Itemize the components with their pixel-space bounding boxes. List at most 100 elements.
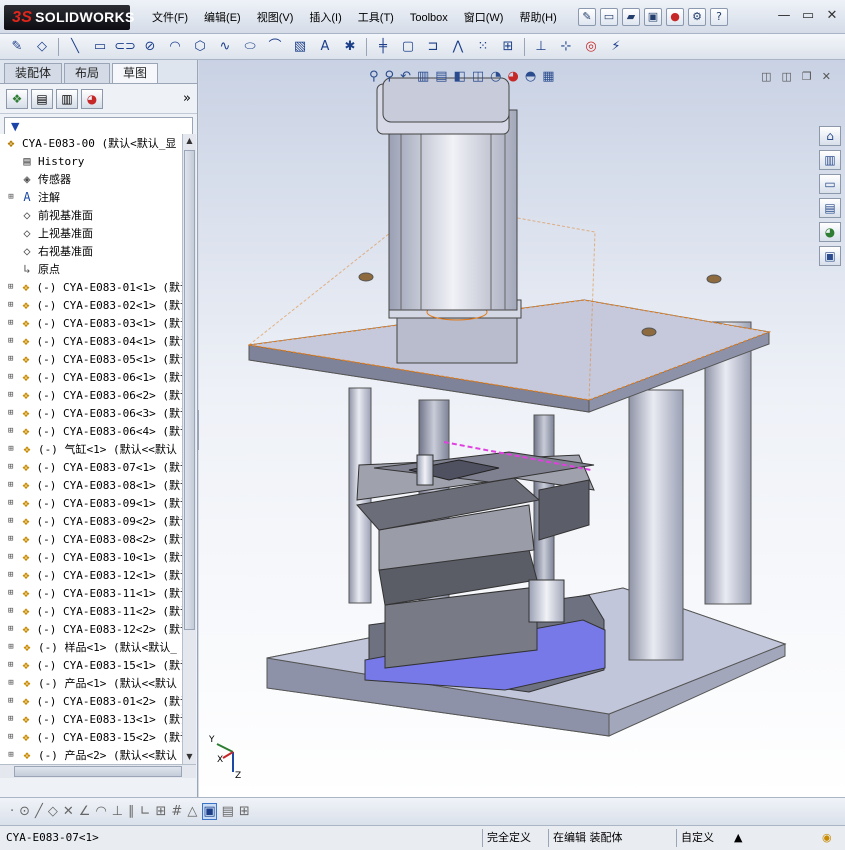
scroll-thumb[interactable]	[184, 150, 195, 630]
units-dropdown-icon[interactable]: ▲	[730, 829, 746, 847]
circle-icon[interactable]: ⊘	[139, 37, 161, 57]
zoom-to-fit-icon[interactable]: ⚲	[369, 69, 379, 84]
expand-plus-icon[interactable]: ⊞	[6, 444, 16, 454]
tree-item[interactable]: ⊞ ❖ (-) CYA-E083-09<2> (默认	[0, 512, 182, 530]
tree-item[interactable]: ⊞ ❖ (-) CYA-E083-15<2> (默认	[0, 728, 182, 746]
tangent-snap-icon[interactable]: ◠	[95, 804, 106, 819]
tree-root-assembly[interactable]: ❖ CYA-E083-00 (默认<默认_显	[0, 134, 182, 152]
expand-plus-icon[interactable]: ⊞	[6, 336, 15, 346]
sketch-icon[interactable]: ✎	[6, 37, 28, 57]
feature-tree-icon[interactable]: ❖	[6, 89, 28, 109]
home-icon[interactable]: ⌂	[819, 126, 841, 146]
spline-icon[interactable]: ∿	[214, 37, 236, 57]
expand-arrows-icon[interactable]: »	[183, 89, 191, 108]
tree-item[interactable]: ⊞ ❖ (-) CYA-E083-02<1> (默认	[0, 296, 182, 314]
view-palette-icon[interactable]: ▤	[819, 198, 841, 218]
assembly-model[interactable]	[199, 60, 845, 797]
tree-item[interactable]: ⊞ ❖ (-) CYA-E083-07<1> (默认	[0, 458, 182, 476]
plane-tool-icon[interactable]: ▧	[289, 37, 311, 57]
convert-entities-icon[interactable]: ▢	[397, 37, 419, 57]
view-settings-icon[interactable]: ▦	[542, 69, 554, 84]
expand-plus-icon[interactable]: ⊞	[6, 300, 15, 310]
menu-edit[interactable]: 编辑(E)	[196, 9, 249, 27]
grid-snap-icon[interactable]: ⊞	[156, 804, 167, 819]
pin-icon[interactable]: ✎	[578, 8, 596, 26]
view-orientation-icon[interactable]: ◧	[454, 69, 466, 84]
die-set[interactable]	[356, 451, 606, 693]
tree-item[interactable]: ⊞ ❖ (-) CYA-E083-11<1> (默认	[0, 584, 182, 602]
expand-plus-icon[interactable]: ⊞	[6, 426, 15, 436]
expand-plus-icon[interactable]: ⊞	[6, 534, 15, 544]
configuration-manager-icon[interactable]: ▥	[56, 89, 78, 109]
split-view-icon[interactable]: ◫	[761, 70, 771, 83]
solidworks-logo[interactable]: 3S SOLIDWORKS	[4, 5, 134, 30]
zoom-area-icon[interactable]: ⚲	[385, 69, 395, 84]
restore-view-icon[interactable]: ❐	[802, 70, 812, 83]
tab-sketch[interactable]: 草图	[112, 63, 159, 83]
tree-item[interactable]: ⊞ ❖ (-) CYA-E083-12<2> (默认	[0, 620, 182, 638]
trim-icon[interactable]: ╪	[372, 37, 394, 57]
linear-pattern-icon[interactable]: ⁙	[472, 37, 494, 57]
tree-item[interactable]: ⊞ ❖ (-) CYA-E083-11<2> (默认	[0, 602, 182, 620]
hide-show-icon[interactable]: ◔	[490, 69, 501, 84]
restore-icon[interactable]: ▭	[801, 8, 815, 23]
point-snap-icon[interactable]: ·	[10, 804, 14, 819]
h-scroll-thumb[interactable]	[14, 766, 182, 777]
tree-item[interactable]: ⊞ ❖ (-) CYA-E083-08<1> (默认	[0, 476, 182, 494]
apply-scene-icon[interactable]: ◓	[525, 69, 536, 84]
mirror-icon[interactable]: ⋀	[447, 37, 469, 57]
expand-plus-icon[interactable]: ⊞	[6, 552, 15, 562]
table-icon[interactable]: ⊞	[239, 804, 250, 819]
tree-item[interactable]: ⊞ ❖ (-) CYA-E083-09<1> (默认	[0, 494, 182, 512]
scroll-up-icon[interactable]: ▲	[183, 134, 196, 148]
tree-item[interactable]: ◈ 传感器	[0, 170, 182, 188]
expand-plus-icon[interactable]: ⊞	[6, 624, 15, 634]
expand-plus-icon[interactable]: ⊞	[6, 696, 15, 706]
expand-plus-icon[interactable]: ⊞	[6, 408, 15, 418]
expand-plus-icon[interactable]: ⊞	[6, 714, 15, 724]
custom-properties-icon[interactable]: ▣	[819, 246, 841, 266]
rebuild-traffic-light-icon[interactable]: ●	[666, 8, 684, 26]
expand-plus-icon[interactable]: ⊞	[6, 354, 15, 364]
tab-layout[interactable]: 布局	[64, 63, 111, 83]
expand-plus-icon[interactable]: ⊞	[6, 588, 15, 598]
guide-column[interactable]	[628, 389, 684, 661]
slot-icon[interactable]: ⊂⊃	[114, 37, 136, 57]
nearest-snap-icon[interactable]: ∠	[79, 804, 91, 819]
expand-plus-icon[interactable]: ⊞	[6, 750, 16, 760]
expand-plus-icon[interactable]: ⊞	[6, 318, 15, 328]
graphics-area[interactable]: ⚲ ⚲ ↶ ▥ ▤ ◧ ◫ ◔ ◕ ◓ ▦ ◫ ◫ ❐ ✕ ⌂ ▥ ▭ ▤ ◕ …	[199, 60, 845, 797]
expand-plus-icon[interactable]: ⊞	[6, 282, 15, 292]
ellipse-icon[interactable]: ⬭	[239, 37, 261, 57]
expand-plus-icon[interactable]: ⊞	[6, 678, 16, 688]
offset-icon[interactable]: ⊐	[422, 37, 444, 57]
expand-plus-icon[interactable]: ⊞	[6, 498, 15, 508]
save-icon[interactable]: ▣	[644, 8, 662, 26]
grid-icon[interactable]: #	[171, 804, 182, 819]
line-snap-icon[interactable]: ╱	[35, 804, 43, 819]
minimize-icon[interactable]: —	[777, 8, 791, 23]
options-gear-icon[interactable]: ⚙	[688, 8, 706, 26]
file-explorer-icon[interactable]: ▭	[819, 174, 841, 194]
tree-item[interactable]: ⊞ ❖ (-) 气缸<1> (默认<<默认	[0, 440, 182, 458]
expand-plus-icon[interactable]: ⊞	[6, 390, 15, 400]
fillet-icon[interactable]: ⌒	[264, 37, 286, 57]
menu-insert[interactable]: 插入(I)	[301, 9, 349, 27]
display-style-icon[interactable]: ◫	[472, 69, 484, 84]
angle-snap-icon[interactable]: ∟	[140, 804, 151, 819]
section-view-icon[interactable]: ▥	[417, 69, 429, 84]
expand-plus-icon[interactable]: ⊞	[6, 372, 15, 382]
tree-item[interactable]: ⊞ ❖ (-) CYA-E083-03<1> (默认	[0, 314, 182, 332]
tree-item[interactable]: ⊞ ❖ (-) CYA-E083-06<1> (默认	[0, 368, 182, 386]
menu-window[interactable]: 窗口(W)	[456, 9, 512, 27]
open-folder-icon[interactable]: ▰	[622, 8, 640, 26]
air-cylinder[interactable]	[376, 77, 522, 364]
instant2d-icon[interactable]: ⚡	[605, 37, 627, 57]
expand-plus-icon[interactable]: ⊞	[6, 192, 16, 202]
line-icon[interactable]: ╲	[64, 37, 86, 57]
view-icon[interactable]: ▤	[222, 804, 234, 819]
previous-view-icon[interactable]: ↶	[400, 69, 411, 84]
tree-horizontal-scrollbar[interactable]	[0, 764, 196, 778]
display-relations-icon[interactable]: ⊥	[530, 37, 552, 57]
expand-plus-icon[interactable]: ⊞	[6, 642, 16, 652]
